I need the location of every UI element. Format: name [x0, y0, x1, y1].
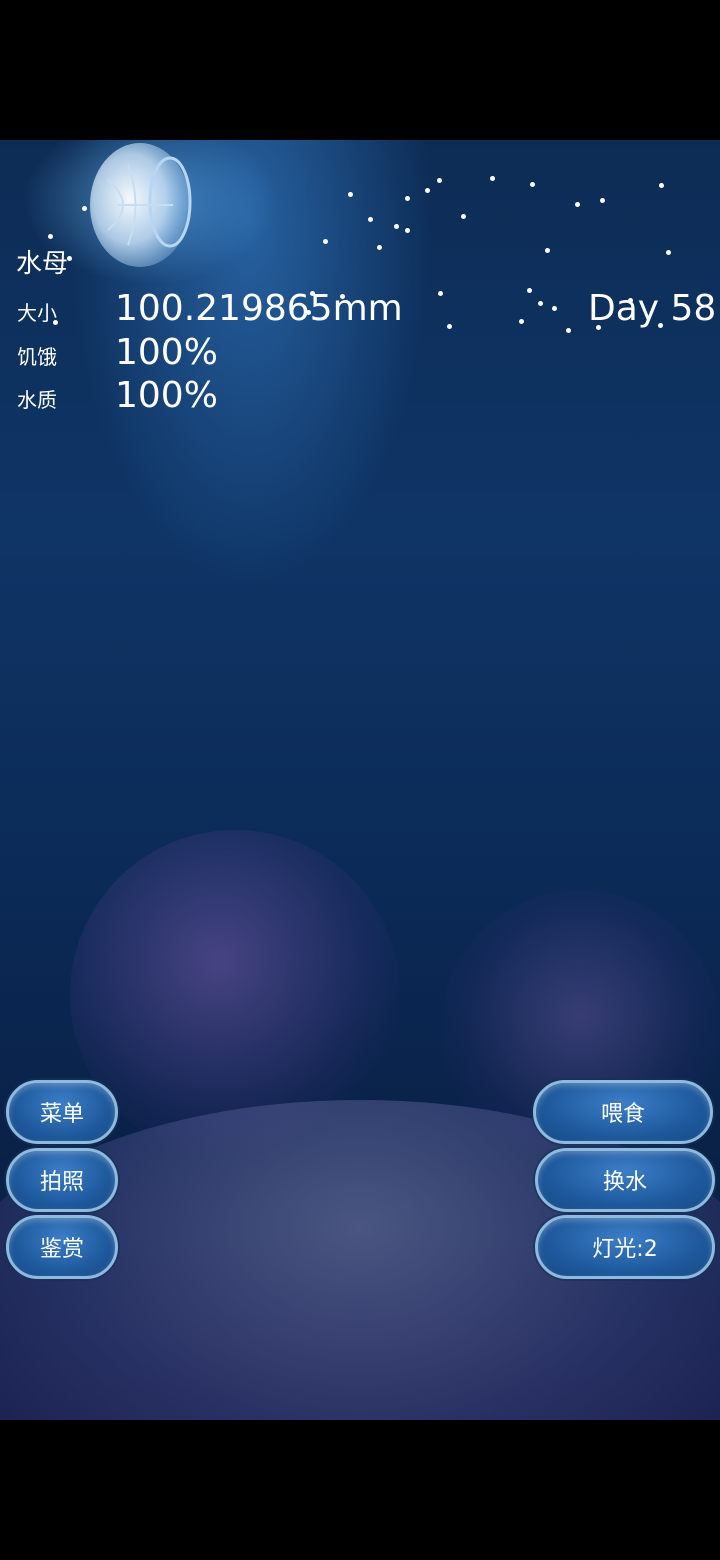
hunger-label: 饥饿: [17, 345, 57, 369]
plankton-particle: [519, 319, 524, 324]
plankton-particle: [545, 248, 550, 253]
plankton-particle: [323, 239, 328, 244]
plankton-particle: [447, 324, 452, 329]
jellyfish-icon[interactable]: [88, 140, 208, 270]
plankton-particle: [461, 214, 466, 219]
water-quality-value: 100%: [115, 375, 218, 416]
plankton-particle: [82, 206, 87, 211]
plankton-particle: [394, 224, 399, 229]
plankton-particle: [538, 301, 543, 306]
plankton-particle: [438, 291, 443, 296]
plankton-particle: [530, 182, 535, 187]
plankton-particle: [437, 178, 442, 183]
plankton-particle: [377, 245, 382, 250]
plankton-particle: [659, 183, 664, 188]
plankton-particle: [48, 234, 53, 239]
status-bar-area: [0, 0, 720, 140]
plankton-particle: [405, 196, 410, 201]
plankton-particle: [600, 198, 605, 203]
plankton-particle: [666, 250, 671, 255]
feed-button[interactable]: 喂食: [533, 1080, 713, 1144]
plankton-particle: [552, 306, 557, 311]
plankton-particle: [527, 288, 532, 293]
size-label: 大小: [17, 301, 57, 325]
plankton-particle: [575, 202, 580, 207]
light-button[interactable]: 灯光:2: [535, 1215, 715, 1279]
appreciate-button[interactable]: 鉴赏: [6, 1215, 118, 1279]
pet-name-title: 水母: [16, 249, 69, 279]
plankton-particle: [405, 228, 410, 233]
plankton-particle: [425, 188, 430, 193]
size-value: 100.219865mm: [115, 288, 403, 329]
plankton-particle: [490, 176, 495, 181]
plankton-particle: [368, 217, 373, 222]
plankton-particle: [566, 328, 571, 333]
plankton-particle: [348, 192, 353, 197]
hunger-value: 100%: [115, 332, 218, 373]
photo-button[interactable]: 拍照: [6, 1148, 118, 1212]
navigation-bar-area: [0, 1420, 720, 1560]
day-counter: Day 58: [588, 288, 717, 329]
water-quality-label: 水质: [17, 388, 57, 412]
change-water-button[interactable]: 换水: [535, 1148, 715, 1212]
menu-button[interactable]: 菜单: [6, 1080, 118, 1144]
